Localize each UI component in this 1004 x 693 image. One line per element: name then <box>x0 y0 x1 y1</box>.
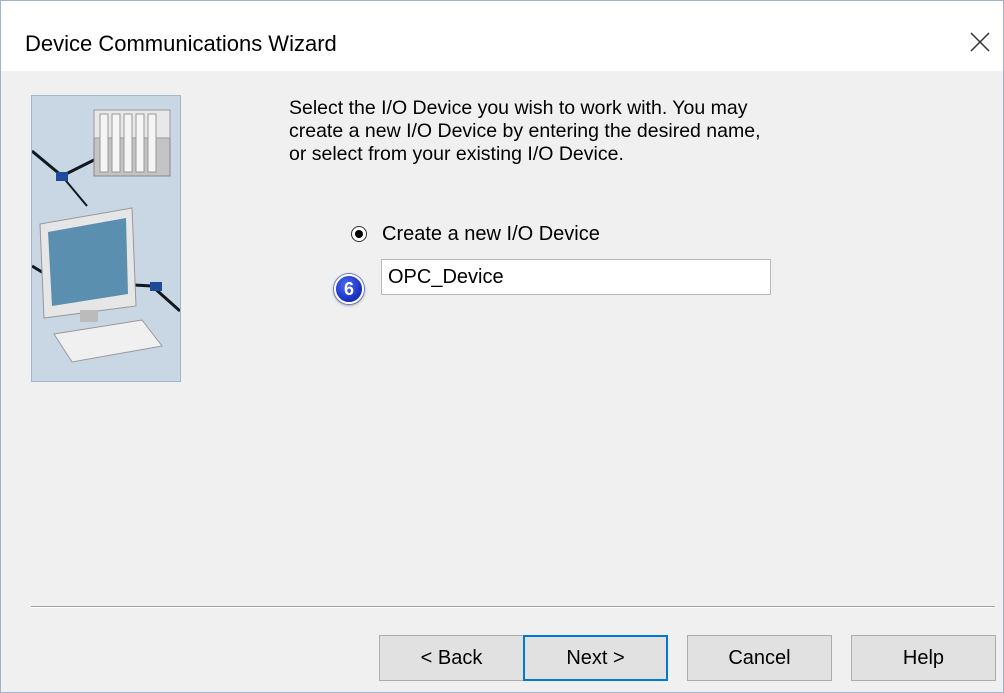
cancel-button[interactable]: Cancel <box>687 635 832 681</box>
close-icon <box>970 32 990 52</box>
create-new-radio[interactable] <box>351 226 367 242</box>
instructions-line: create a new I/O Device by entering the … <box>289 120 761 142</box>
footer-divider <box>31 606 995 608</box>
create-new-device-option[interactable]: Create a new I/O Device <box>351 221 600 247</box>
radio-dot-icon <box>355 230 363 238</box>
instructions-text: Select the I/O Device you wish to work w… <box>289 97 809 166</box>
instructions-line: Select the I/O Device you wish to work w… <box>289 97 748 119</box>
instructions-line: or select from your existing I/O Device. <box>289 143 624 165</box>
close-button[interactable] <box>963 25 997 59</box>
wizard-window: Device Communications Wizard Select the … <box>0 0 1004 693</box>
wizard-illustration <box>31 95 181 382</box>
create-new-label: Create a new I/O Device <box>382 222 600 245</box>
window-title: Device Communications Wizard <box>25 31 337 56</box>
step-badge: 6 <box>334 274 364 304</box>
device-name-input[interactable] <box>381 259 771 295</box>
next-button[interactable]: Next > <box>523 635 668 681</box>
back-button[interactable]: < Back <box>379 635 524 681</box>
title-bar: Device Communications Wizard <box>1 1 1003 71</box>
help-button[interactable]: Help <box>851 635 996 681</box>
